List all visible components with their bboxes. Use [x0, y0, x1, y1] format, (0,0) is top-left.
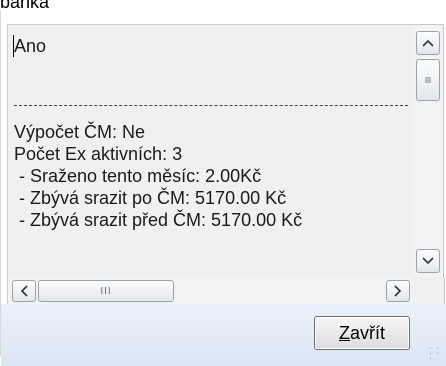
scrollbar-corner	[412, 278, 444, 304]
dialog-footer: Zavřít . .. . .	[1, 304, 446, 366]
close-button-accelerator: Z	[338, 322, 350, 343]
close-button-label: avřít	[349, 322, 385, 343]
dialog-panel: Ano Výpočet ČM: Ne Počet Ex aktivních: 3…	[0, 10, 446, 366]
memo-line-pocet: Počet Ex aktivních: 3	[14, 144, 183, 164]
memo-line-zbyva-po: - Zbývá srazit po ČM: 5170.00 Kč	[14, 188, 287, 208]
horizontal-scroll-thumb[interactable]: III	[38, 280, 174, 302]
vertical-scrollbar[interactable]: ≡	[413, 24, 444, 280]
grip-icon: III	[100, 285, 112, 297]
scroll-down-icon[interactable]	[416, 249, 440, 273]
scroll-right-icon[interactable]	[386, 280, 410, 302]
memo-line-zbyva-pred: - Zbývá srazit před ČM: 5170.00 Kč	[14, 210, 303, 230]
grip-icon: ≡	[424, 73, 432, 87]
memo-line-vypocet: Výpočet ČM: Ne	[14, 122, 146, 142]
memo-line-srazeno: - Sraženo tento měsíc: 2.00Kč	[14, 166, 262, 186]
horizontal-scrollbar[interactable]: III	[7, 278, 445, 305]
memo-separator	[14, 105, 408, 106]
close-button[interactable]: Zavřít	[314, 316, 410, 350]
vertical-scroll-thumb[interactable]: ≡	[416, 59, 440, 101]
scroll-left-icon[interactable]	[12, 280, 36, 302]
info-memo[interactable]: Ano Výpočet ČM: Ne Počet Ex aktivních: 3…	[7, 24, 415, 280]
memo-line-value: Ano	[14, 36, 47, 56]
resize-grip-icon[interactable]: . .. . .	[429, 342, 445, 362]
scroll-up-icon[interactable]	[416, 31, 440, 55]
